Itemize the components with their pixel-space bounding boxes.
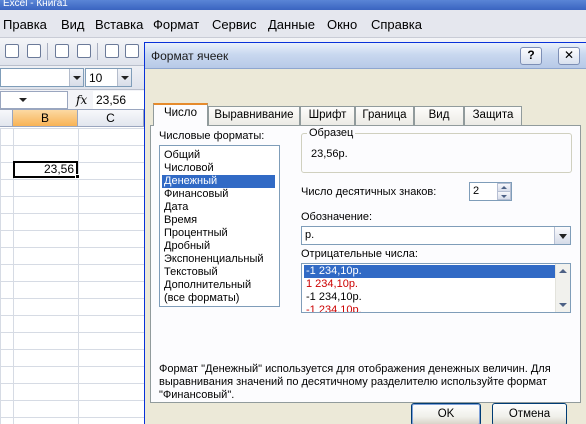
format-cells-dialog: Формат ячеек ? ✕ Число Выравнивание Шриф… xyxy=(144,42,586,424)
fill-handle[interactable] xyxy=(75,174,80,179)
format-item-percentage[interactable]: Процентный xyxy=(162,227,228,240)
ok-button[interactable]: OK xyxy=(411,403,481,424)
format-item-date[interactable]: Дата xyxy=(162,201,188,214)
tab-border[interactable]: Граница xyxy=(355,106,414,125)
fx-icon[interactable]: fx xyxy=(76,93,87,107)
format-item-text[interactable]: Текстовый xyxy=(162,266,218,279)
dialog-body: Число Выравнивание Шрифт Граница Вид Защ… xyxy=(145,70,586,424)
font-size-combo[interactable]: 10 xyxy=(85,68,132,87)
close-button[interactable]: ✕ xyxy=(558,47,580,65)
column-header-b[interactable]: B xyxy=(13,110,78,127)
dialog-title-bar[interactable]: Формат ячеек ? ✕ xyxy=(145,43,586,69)
name-box[interactable] xyxy=(0,91,68,109)
excel-title-bar: Excel - Книга1 xyxy=(0,0,586,10)
chevron-down-icon[interactable] xyxy=(117,69,131,86)
format-item-scientific[interactable]: Экспоненциальный xyxy=(162,253,264,266)
save-icon[interactable] xyxy=(5,44,19,58)
help-button[interactable]: ? xyxy=(520,47,542,65)
menu-view[interactable]: Вид xyxy=(61,17,85,33)
formula-value: 23,56 xyxy=(96,93,127,107)
number-format-list[interactable]: Общий Числовой Денежный Финансовый Дата … xyxy=(159,145,280,307)
menu-data[interactable]: Данные xyxy=(268,17,315,33)
active-cell[interactable]: 23,56 xyxy=(13,161,78,178)
permission-icon[interactable] xyxy=(27,44,41,58)
excel-window-title: Excel - Книга1 xyxy=(3,0,68,9)
grid-line xyxy=(78,128,79,424)
column-header-c[interactable]: C xyxy=(78,110,144,127)
spin-down-icon[interactable] xyxy=(497,191,511,200)
format-item-custom[interactable]: (все форматы) xyxy=(162,292,239,305)
tab-alignment[interactable]: Выравнивание xyxy=(208,106,300,125)
format-item-currency[interactable]: Денежный xyxy=(162,175,275,188)
research-icon[interactable] xyxy=(125,44,139,58)
symbol-value: р. xyxy=(305,229,315,241)
decimals-spinner[interactable]: 2 xyxy=(469,182,512,201)
print-icon[interactable] xyxy=(55,44,69,58)
negative-option[interactable]: -1 234,10р. xyxy=(304,265,555,278)
format-item-number[interactable]: Числовой xyxy=(162,162,214,175)
spelling-icon[interactable] xyxy=(105,44,119,58)
sample-label: Образец xyxy=(307,127,356,139)
spinner-buttons xyxy=(497,183,511,200)
decimals-label: Число десятичных знаков: xyxy=(301,186,437,198)
negative-numbers-list[interactable]: -1 234,10р. 1 234,10р. -1 234,10р. -1 23… xyxy=(301,263,571,313)
formats-label: Числовые форматы: xyxy=(159,130,265,142)
menu-window[interactable]: Окно xyxy=(327,17,357,33)
font-name-combo[interactable] xyxy=(0,68,84,87)
excel-menu-bar: Правка Вид Вставка Формат Сервис Данные … xyxy=(0,10,586,38)
menu-insert[interactable]: Вставка xyxy=(95,17,143,33)
menu-tools[interactable]: Сервис xyxy=(212,17,257,33)
number-tab-panel: Числовые форматы: Общий Числовой Денежны… xyxy=(150,125,581,403)
sample-value: 23,56р. xyxy=(311,148,348,160)
chevron-down-icon[interactable] xyxy=(554,227,570,244)
negative-option[interactable]: 1 234,10р. xyxy=(304,278,358,291)
format-item-accounting[interactable]: Финансовый xyxy=(162,188,228,201)
font-size-value: 10 xyxy=(89,71,103,85)
toolbar-separator xyxy=(47,43,48,60)
chevron-down-icon[interactable] xyxy=(19,98,27,102)
menu-help[interactable]: Справка xyxy=(371,17,422,33)
menu-edit[interactable]: Правка xyxy=(3,17,47,33)
format-description: Формат "Денежный" используется для отобр… xyxy=(159,363,551,401)
select-all-corner[interactable] xyxy=(0,110,13,127)
chevron-down-icon[interactable] xyxy=(69,69,83,86)
format-item-special[interactable]: Дополнительный xyxy=(162,279,251,292)
negative-list-scrollbar[interactable] xyxy=(555,264,570,312)
format-item-general[interactable]: Общий xyxy=(162,149,200,162)
negative-option[interactable]: -1 234,10р. xyxy=(304,304,362,312)
decimals-value: 2 xyxy=(473,185,480,197)
symbol-dropdown[interactable]: р. xyxy=(301,226,571,245)
cancel-button[interactable]: Отмена xyxy=(492,403,567,424)
format-item-time[interactable]: Время xyxy=(162,214,197,227)
tab-font[interactable]: Шрифт xyxy=(300,106,355,125)
tab-patterns[interactable]: Вид xyxy=(414,106,464,125)
toolbar-separator xyxy=(97,43,98,60)
symbol-label: Обозначение: xyxy=(301,211,373,223)
print-preview-icon[interactable] xyxy=(77,44,91,58)
scroll-up-icon[interactable] xyxy=(559,269,567,273)
format-item-fraction[interactable]: Дробный xyxy=(162,240,210,253)
negative-option[interactable]: -1 234,10р. xyxy=(304,291,362,304)
tab-protection[interactable]: Защита xyxy=(464,106,522,125)
negative-label: Отрицательные числа: xyxy=(301,248,418,260)
scroll-down-icon[interactable] xyxy=(559,303,567,307)
tab-number[interactable]: Число xyxy=(153,103,208,126)
menu-format[interactable]: Формат xyxy=(153,17,199,33)
dialog-title: Формат ячеек xyxy=(151,49,229,63)
